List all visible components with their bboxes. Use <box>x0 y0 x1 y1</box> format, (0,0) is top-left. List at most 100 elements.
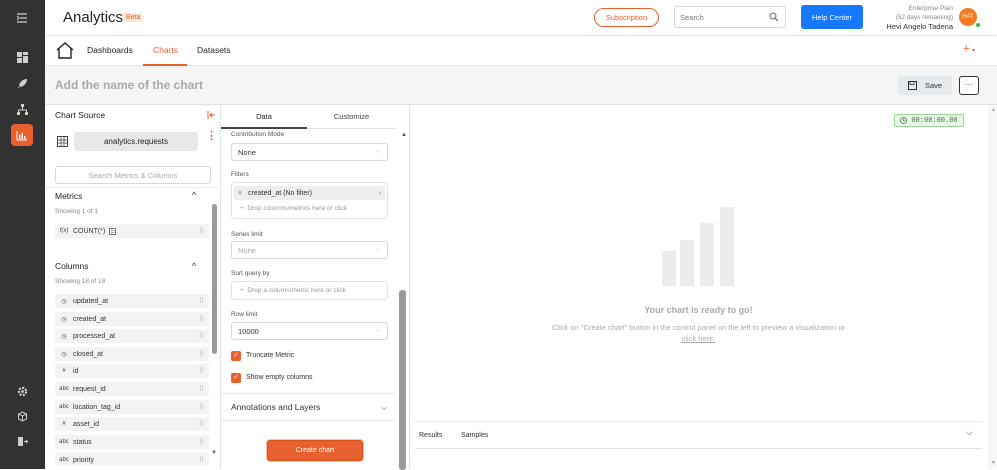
chevron-down-icon[interactable]: ⌵ <box>381 403 387 413</box>
beta-badge: Beta <box>123 13 144 22</box>
collapse-menu-icon[interactable] <box>11 7 33 29</box>
search-icon[interactable] <box>769 12 779 22</box>
chevron-down-icon: ⌵ <box>375 148 381 155</box>
metrics-columns-search[interactable]: Search Metrics & Columns <box>55 166 211 184</box>
search-box[interactable] <box>674 6 786 28</box>
drag-handle-icon[interactable]: ⠿ <box>199 438 204 446</box>
drag-handle-icon[interactable]: ⠿ <box>199 227 204 235</box>
empty-state-text: Click on "Create chart" button in the co… <box>552 323 845 332</box>
chart-source-panel: Chart Source analytics.requests ⋮ Search… <box>45 105 221 469</box>
tab-dashboards[interactable]: Dashboards <box>87 45 133 55</box>
chart-source-title: Chart Source <box>55 110 106 120</box>
logout-icon[interactable] <box>11 430 33 452</box>
charts-icon[interactable] <box>11 124 33 146</box>
create-chart-button[interactable]: Create chart <box>267 440 363 461</box>
control-scrollbar[interactable] <box>399 290 406 470</box>
save-button[interactable]: Save <box>898 76 952 95</box>
chevron-down-icon: ⌵ <box>375 327 381 334</box>
column-item[interactable]: # id ⠿ <box>55 364 209 378</box>
preview-scrollbar-track[interactable]: ▲ ▼ <box>989 105 997 469</box>
hierarchy-icon[interactable] <box>11 98 33 120</box>
control-panel: Data Customize ▲ Contribution Mode None ⌵… <box>221 105 410 470</box>
collapse-panel-icon[interactable] <box>207 111 216 119</box>
subscription-button[interactable]: Subscription <box>594 8 659 27</box>
show-empty-columns-checkbox[interactable]: ✓ <box>231 373 241 383</box>
tab-charts[interactable]: Charts <box>153 45 178 55</box>
drag-handle-icon[interactable]: ⠿ <box>199 367 204 375</box>
metrics-collapse-icon[interactable]: ^ <box>192 190 196 200</box>
columns-collapse-icon[interactable]: ^ <box>192 261 196 271</box>
dataset-menu-icon[interactable]: ⋮ <box>206 131 217 142</box>
annotations-layers-label[interactable]: Annotations and Layers <box>231 402 320 412</box>
clock-icon: ◷ <box>61 351 67 358</box>
dashboard-icon[interactable] <box>11 46 33 68</box>
rocket-icon[interactable] <box>11 72 33 94</box>
scroll-down-icon[interactable]: ▼ <box>991 460 996 466</box>
contribution-mode-select[interactable]: None ⌵ <box>231 143 388 161</box>
column-item[interactable]: abc status ⠿ <box>55 435 209 449</box>
sort-drop-zone[interactable]: + Drop a column/metric here or click <box>231 281 388 300</box>
settings-icon[interactable] <box>11 380 33 402</box>
column-item[interactable]: abc priority ⠿ <box>55 453 209 465</box>
filters-label: Filters <box>231 171 249 178</box>
dataset-name[interactable]: analytics.requests <box>74 132 198 151</box>
column-item[interactable]: ◷ updated_at ⠿ <box>55 294 209 308</box>
metric-item[interactable]: f(x) COUNT(*) ⠿ <box>55 224 209 238</box>
sort-query-label: Sort query by <box>231 270 270 277</box>
drag-handle-icon[interactable]: ⠿ <box>199 350 204 358</box>
column-item[interactable]: abc location_tag_id ⠿ <box>55 400 209 414</box>
click-here-link[interactable]: click here. <box>410 334 987 343</box>
scroll-up-icon[interactable]: ▲ <box>401 132 407 138</box>
metrics-count: Showing 1 of 1 <box>55 208 99 215</box>
drag-handle-icon[interactable]: ⠿ <box>199 385 204 393</box>
app-sidebar <box>0 0 45 469</box>
help-center-button[interactable]: Help Center <box>801 5 863 29</box>
cube-icon[interactable] <box>11 405 33 427</box>
chart-title-bar: Add the name of the chart Save ··· <box>45 66 997 105</box>
close-icon[interactable]: × <box>238 190 242 197</box>
chart-name-input[interactable]: Add the name of the chart <box>55 78 203 92</box>
chevron-down-icon[interactable]: ▾ <box>972 47 975 54</box>
search-input[interactable] <box>680 11 765 24</box>
chevron-right-icon: › <box>378 189 381 197</box>
timer-icon <box>900 117 908 124</box>
series-limit-label: Series limit <box>231 231 263 238</box>
tab-customize[interactable]: Customize <box>307 105 396 129</box>
scroll-up-icon[interactable]: ▲ <box>991 107 996 113</box>
tab-data[interactable]: Data <box>221 105 307 129</box>
drag-handle-icon[interactable]: ⠿ <box>199 332 204 340</box>
show-empty-columns-label: Show empty columns <box>246 374 313 381</box>
column-item[interactable]: abc request_id ⠿ <box>55 382 209 396</box>
column-item[interactable]: ◷ closed_at ⠿ <box>55 347 209 361</box>
truncate-metric-checkbox[interactable]: ✓ <box>231 351 241 361</box>
home-icon[interactable] <box>56 42 74 59</box>
series-limit-select[interactable]: None ⌵ <box>231 241 388 259</box>
drag-handle-icon[interactable]: ⠿ <box>199 403 204 411</box>
drag-handle-icon[interactable]: ⠿ <box>199 315 204 323</box>
scroll-down-icon[interactable]: ▼ <box>211 450 217 456</box>
truncate-metric-label: Truncate Metric <box>246 352 295 359</box>
row-limit-select[interactable]: 10000 ⌵ <box>231 322 388 340</box>
drag-handle-icon[interactable]: ⠿ <box>199 420 204 428</box>
tab-results[interactable]: Results <box>419 432 442 439</box>
user-name: Hevi Angelo Tadena <box>886 22 953 31</box>
columns-title: Columns <box>55 261 89 271</box>
column-item[interactable]: ◷ processed_at ⠿ <box>55 329 209 343</box>
source-scrollbar[interactable] <box>212 204 217 354</box>
column-item[interactable]: ◷ created_at ⠿ <box>55 312 209 326</box>
filter-drop-zone[interactable]: + Drop columns/metrics here or click <box>240 205 347 212</box>
add-new-icon[interactable]: + <box>963 43 969 55</box>
chevron-down-icon: ⌵ <box>375 246 381 253</box>
chevron-down-icon[interactable]: ⌵ <box>966 427 973 438</box>
drag-handle-icon[interactable]: ⠿ <box>199 456 204 464</box>
empty-chart-illustration <box>662 207 734 286</box>
more-options-button[interactable]: ··· <box>959 76 979 95</box>
tab-datasets[interactable]: Datasets <box>197 45 231 55</box>
string-icon: abc <box>59 404 69 410</box>
drag-handle-icon[interactable]: ⠿ <box>199 297 204 305</box>
numeric-icon: # <box>62 421 66 427</box>
tab-samples[interactable]: Samples <box>461 432 488 439</box>
column-item[interactable]: # asset_id ⠿ <box>55 417 209 431</box>
columns-count: Showing 18 of 18 <box>55 278 106 285</box>
filter-chip[interactable]: × created_at (No filter) › <box>234 186 385 200</box>
